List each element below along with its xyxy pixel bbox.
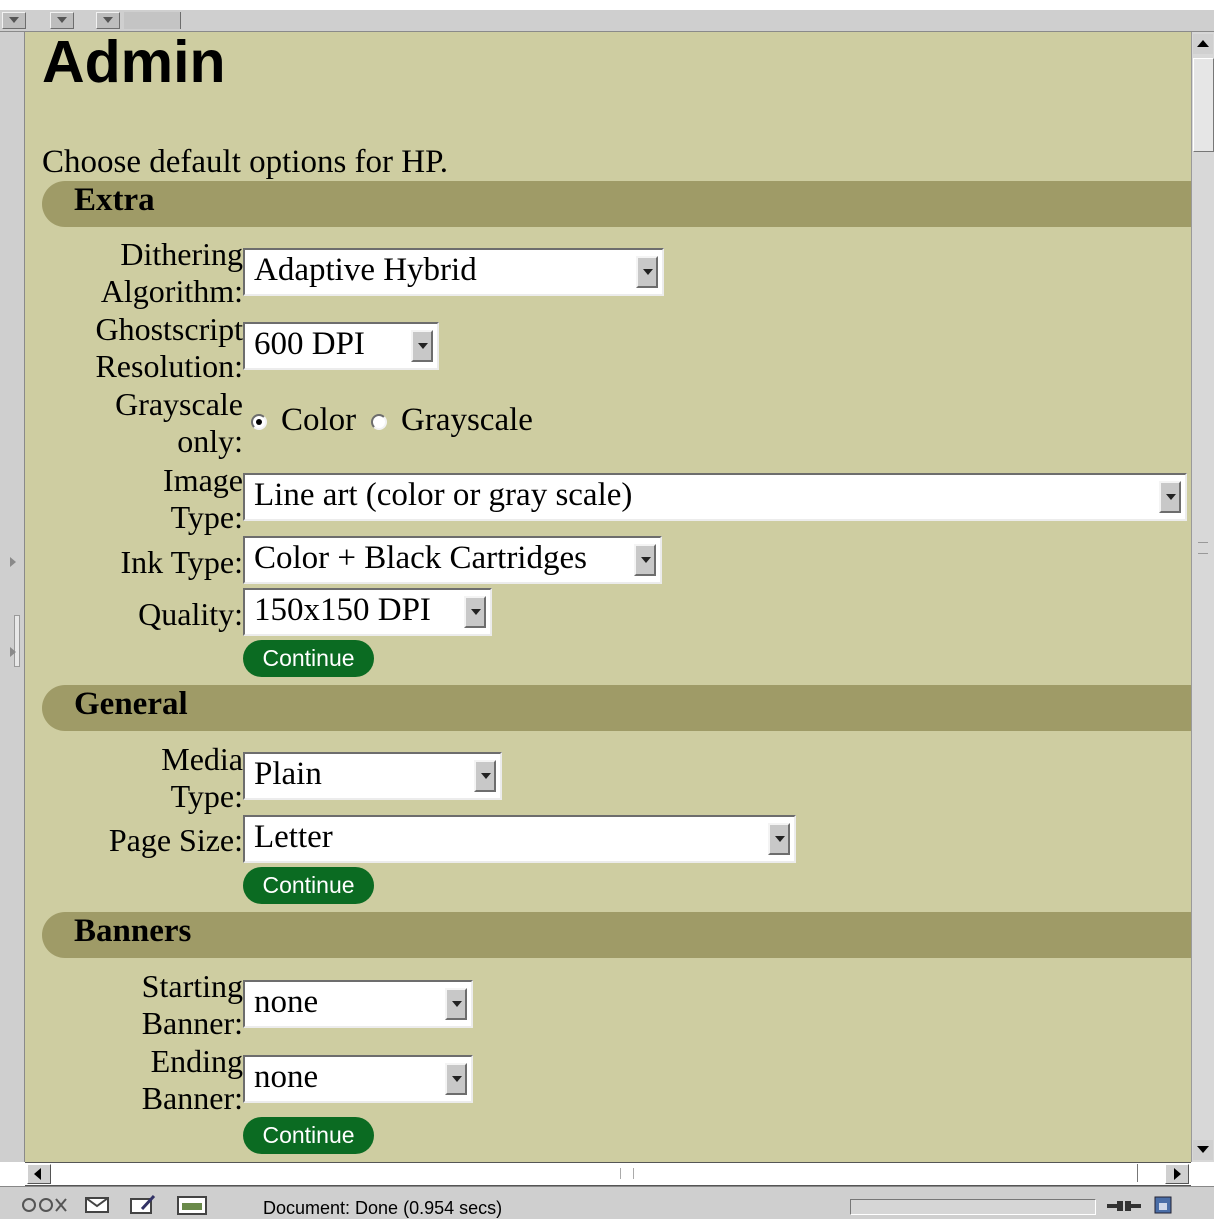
horizontal-scroll-thumb[interactable] xyxy=(53,1164,1138,1182)
status-text: Document: Done (0.954 secs) xyxy=(263,1198,503,1218)
resolution-select[interactable]: 600 DPI xyxy=(243,322,439,370)
collapse-toolbar-button-3[interactable] xyxy=(96,12,120,29)
grayscale-radio-label[interactable]: Grayscale xyxy=(401,402,533,439)
dithering-label: Dithering Algorithm: xyxy=(100,236,243,309)
dropdown-arrow-icon[interactable] xyxy=(634,544,656,576)
selected-value: Adaptive Hybrid xyxy=(254,252,477,288)
vertical-scrollbar[interactable] xyxy=(1191,32,1214,1162)
selected-value: 600 DPI xyxy=(254,326,365,362)
selected-value: Line art (color or gray scale) xyxy=(254,477,633,513)
sidebar-grippy[interactable] xyxy=(0,32,25,1162)
section-title: Banners xyxy=(74,913,192,949)
scroll-grip-icon xyxy=(1198,542,1208,554)
dropdown-arrow-icon[interactable] xyxy=(1159,481,1181,513)
scroll-up-button[interactable] xyxy=(1193,34,1213,54)
dropdown-arrow-icon[interactable] xyxy=(445,988,467,1020)
dropdown-arrow-icon[interactable] xyxy=(474,760,496,792)
color-radio[interactable] xyxy=(251,414,267,430)
page-size-label: Page Size: xyxy=(108,822,243,858)
grayscale-label: Grayscale only: xyxy=(115,386,243,459)
arrow-left-icon xyxy=(34,1168,41,1180)
window-top-edge xyxy=(0,0,1214,10)
media-type-label: Media Type: xyxy=(161,741,243,814)
expand-arrow-icon[interactable] xyxy=(10,557,16,567)
sidebar-tab-bar xyxy=(0,10,1214,32)
section-title: General xyxy=(74,686,188,722)
arrow-right-icon xyxy=(1174,1168,1181,1180)
collapse-toolbar-button[interactable] xyxy=(2,12,26,29)
selected-value: none xyxy=(254,1059,319,1095)
arrow-down-icon xyxy=(1197,1146,1209,1153)
ink-type-select[interactable]: Color + Black Cartridges xyxy=(243,536,662,584)
starting-banner-select[interactable]: none xyxy=(243,980,473,1028)
section-header-banners: Banners xyxy=(42,912,1191,958)
content-area: Admin Choose default options for HP. Ext… xyxy=(25,32,1191,1162)
toolbar-grippy[interactable] xyxy=(124,12,181,29)
intro-text: Choose default options for HP. xyxy=(42,144,449,180)
scroll-right-button[interactable] xyxy=(1165,1164,1189,1184)
chevron-down-icon xyxy=(103,17,113,23)
mail-icon[interactable] xyxy=(84,1195,110,1220)
collapse-toolbar-button-2[interactable] xyxy=(50,12,74,29)
starting-banner-label: Starting Banner: xyxy=(141,968,243,1041)
arrow-up-icon xyxy=(1197,40,1209,47)
dropdown-arrow-icon[interactable] xyxy=(636,256,658,288)
continue-button-banners[interactable]: Continue xyxy=(243,1117,374,1154)
image-type-select[interactable]: Line art (color or gray scale) xyxy=(243,473,1187,521)
image-type-label: Image Type: xyxy=(163,462,243,535)
ending-banner-select[interactable]: none xyxy=(243,1055,473,1103)
selected-value: Letter xyxy=(254,819,333,855)
selected-value: Plain xyxy=(254,756,322,792)
dropdown-arrow-icon[interactable] xyxy=(445,1063,467,1095)
selected-value: Color + Black Cartridges xyxy=(254,540,587,576)
page-size-select[interactable]: Letter xyxy=(243,815,796,863)
status-bar: Document: Done (0.954 secs) xyxy=(0,1186,1214,1219)
ending-banner-label: Ending Banner: xyxy=(141,1043,243,1116)
address-book-icon[interactable] xyxy=(176,1195,208,1220)
dropdown-arrow-icon[interactable] xyxy=(411,330,433,362)
ink-type-label: Ink Type: xyxy=(120,544,243,580)
selected-value: none xyxy=(254,984,319,1020)
horizontal-scrollbar[interactable] xyxy=(25,1162,1191,1186)
scroll-left-button[interactable] xyxy=(27,1164,51,1184)
dropdown-arrow-icon[interactable] xyxy=(464,596,486,628)
section-header-extra: Extra xyxy=(42,181,1191,227)
scroll-down-button[interactable] xyxy=(1193,1140,1213,1160)
resolution-label: Ghostscript Resolution: xyxy=(95,311,243,384)
scroll-grip-icon xyxy=(620,1168,634,1179)
continue-button-extra[interactable]: Continue xyxy=(243,640,374,677)
quality-label: Quality: xyxy=(138,596,243,632)
section-title: Extra xyxy=(74,182,155,218)
media-type-select[interactable]: Plain xyxy=(243,752,502,800)
grayscale-radio[interactable] xyxy=(371,414,387,430)
dropdown-arrow-icon[interactable] xyxy=(768,823,790,855)
connection-icon[interactable] xyxy=(1107,1199,1141,1218)
progress-bar xyxy=(850,1199,1096,1215)
expand-arrow-icon[interactable] xyxy=(10,647,16,657)
security-lock-icon[interactable] xyxy=(1153,1195,1173,1220)
selected-value: 150x150 DPI xyxy=(254,592,431,628)
chevron-down-icon xyxy=(9,17,19,23)
continue-button-general[interactable]: Continue xyxy=(243,867,374,904)
navigator-icon[interactable] xyxy=(20,1195,68,1220)
sidebar-grippy-handle[interactable] xyxy=(14,615,20,667)
chevron-down-icon xyxy=(57,17,67,23)
section-header-general: General xyxy=(42,685,1191,731)
composer-icon[interactable] xyxy=(128,1194,156,1220)
color-radio-label[interactable]: Color xyxy=(281,402,356,439)
dithering-select[interactable]: Adaptive Hybrid xyxy=(243,248,664,296)
radio-selected-dot xyxy=(256,419,262,425)
vertical-scroll-thumb[interactable] xyxy=(1193,58,1214,152)
quality-select[interactable]: 150x150 DPI xyxy=(243,588,492,636)
page-title: Admin xyxy=(42,32,226,95)
